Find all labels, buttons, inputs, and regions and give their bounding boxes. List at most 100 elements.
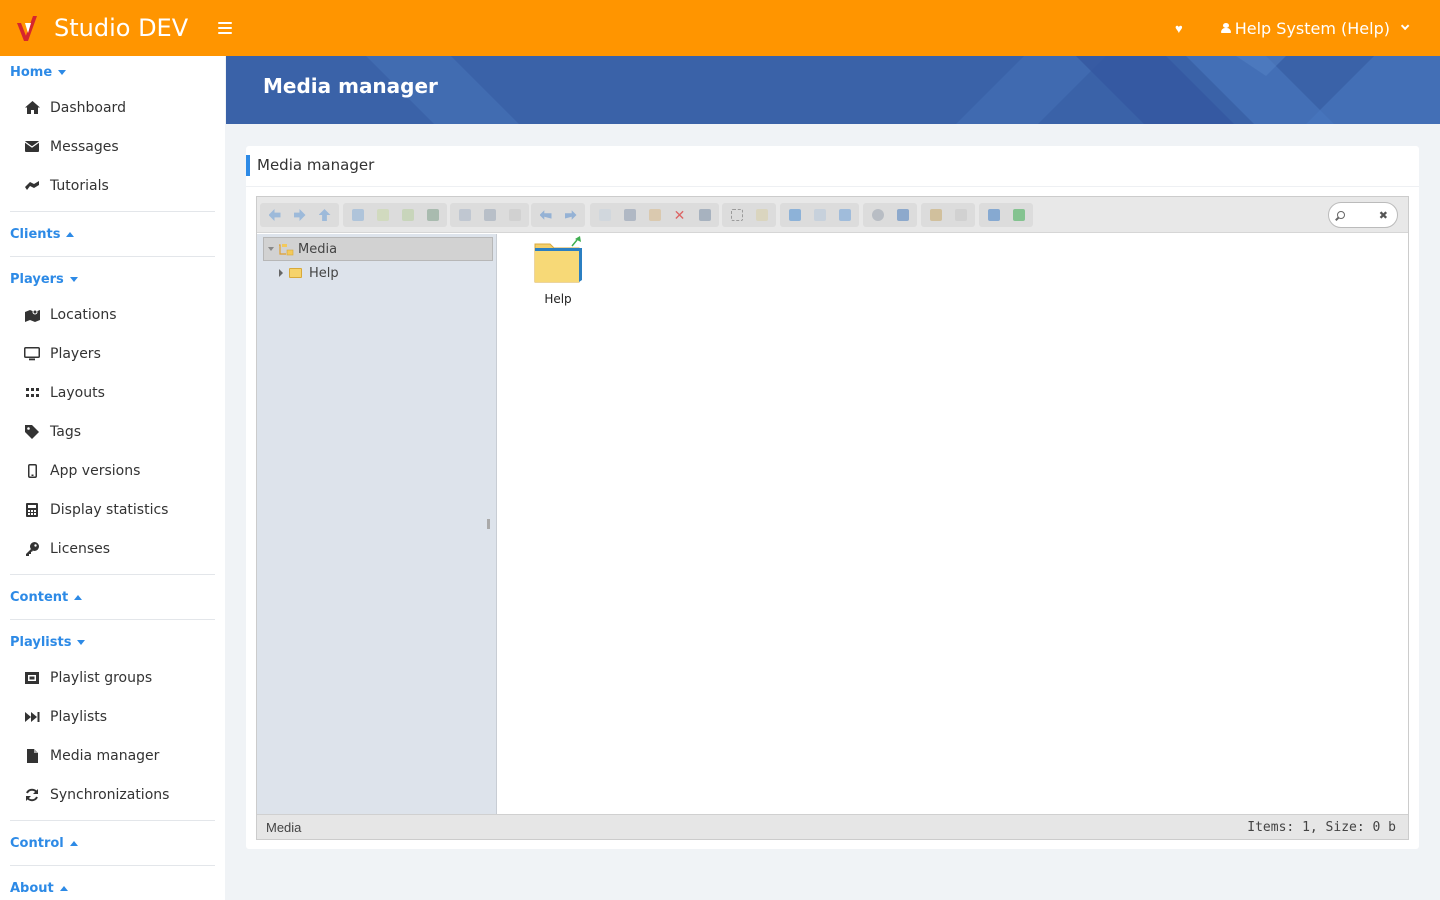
sidebar-item-label: Messages [50,138,119,155]
fullscreen-icon[interactable] [1008,205,1030,225]
sidebar-item-messages[interactable]: Messages [0,127,225,166]
sidebar-section-clients[interactable]: Clients [0,218,225,250]
preview-icon[interactable] [867,205,889,225]
collapse-arrow-icon[interactable] [268,247,274,251]
redo-icon[interactable] [560,205,582,225]
tree-item-label: Media [298,241,338,257]
new-folder-icon[interactable] [347,205,369,225]
toolbar-group-edit: ✕ [590,203,719,227]
duplicate-icon[interactable] [726,205,748,225]
caret-up-icon [74,594,83,600]
expand-arrow-icon[interactable] [279,269,283,277]
monitor-icon [24,346,40,362]
sidebar-item-locations[interactable]: Locations [0,295,225,334]
user-menu[interactable]: Help System (Help) [1220,18,1410,38]
delete-icon[interactable]: ✕ [669,205,691,225]
help-icon[interactable] [983,205,1005,225]
download-icon[interactable] [422,205,444,225]
toolbar-group-info [863,203,917,227]
status-bar: Media Items: 1, Size: 0 b [257,814,1408,839]
search-icon [1337,211,1345,219]
list-view-icon[interactable] [834,205,856,225]
sidebar-item-app-versions[interactable]: App versions [0,451,225,490]
envelope-icon [24,139,40,155]
select-icon[interactable] [504,205,526,225]
toolbar-group-help [979,203,1033,227]
page-header-banner: Media manager [226,56,1440,124]
section-label: Content [10,589,69,605]
user-icon [1220,23,1231,33]
grid-icon [24,385,40,401]
caret-up-icon [66,231,75,237]
undo-icon[interactable] [535,205,557,225]
tree-item-help[interactable]: Help [263,261,339,285]
brand-logo-icon[interactable] [15,13,41,43]
toolbar-group-open [450,203,529,227]
sidebar-section-home[interactable]: Home [0,56,225,88]
mobile-icon [24,463,40,479]
file-item[interactable]: Help [528,236,588,306]
user-name: Help System (Help) [1234,18,1390,38]
new-file-icon[interactable] [372,205,394,225]
section-label: Home [10,64,53,80]
media-toolbar: ✕ ✖ [257,197,1408,233]
sidebar-divider [10,256,215,257]
sidebar-section-playlists[interactable]: Playlists [0,626,225,658]
brand-name[interactable]: Studio DEV [54,14,188,42]
caret-down-icon [58,69,67,75]
sidebar-item-media-manager[interactable]: Media manager [0,736,225,775]
icons-view-icon[interactable] [784,205,806,225]
search-input[interactable] [1348,209,1379,221]
sidebar-item-display-statistics[interactable]: Display statistics [0,490,225,529]
sidebar-section-content[interactable]: Content [0,581,225,613]
sidebar-item-tutorials[interactable]: Tutorials [0,166,225,205]
section-label: Playlists [10,634,72,650]
caret-up-icon [69,840,78,846]
sort-icon[interactable] [925,205,947,225]
sidebar-item-playlist-groups[interactable]: Playlist groups [0,658,225,697]
toolbar-group-navigation [260,203,339,227]
copy-icon[interactable] [594,205,616,225]
tree-item-media[interactable]: Media [263,237,493,261]
folder-icon [534,236,582,283]
sidebar-item-label: Playlist groups [50,669,153,686]
up-icon[interactable] [314,205,336,225]
upload-icon[interactable] [397,205,419,225]
heart-icon[interactable]: ♥ [1175,21,1183,36]
sidebar-item-synchronizations[interactable]: Synchronizations [0,775,225,814]
sidebar-divider [10,820,215,821]
sidebar-item-dashboard[interactable]: Dashboard [0,88,225,127]
sidebar-section-control[interactable]: Control [0,827,225,859]
sidebar-section-about[interactable]: About [0,872,225,900]
key-icon [24,541,40,557]
sidebar-item-players[interactable]: Players [0,334,225,373]
paste-icon[interactable] [644,205,666,225]
clear-search-icon[interactable]: ✖ [1379,209,1388,222]
sidebar-section-players[interactable]: Players [0,263,225,295]
panel-resize-handle[interactable] [487,519,490,529]
sidebar-divider [10,574,215,575]
calculator-icon [24,502,40,518]
sidebar-item-licenses[interactable]: Licenses [0,529,225,568]
info-icon[interactable] [892,205,914,225]
forward-icon[interactable] [289,205,311,225]
rename-icon[interactable] [751,205,773,225]
empty-icon[interactable] [694,205,716,225]
back-icon[interactable] [264,205,286,225]
small-icons-view-icon[interactable] [809,205,831,225]
content-card: Media manager ✕ ✖ Media Help Help Media … [246,146,1419,849]
sidebar-item-layouts[interactable]: Layouts [0,373,225,412]
extract-icon[interactable] [950,205,972,225]
sidebar-item-playlists[interactable]: Playlists [0,697,225,736]
search-box[interactable]: ✖ [1328,202,1398,228]
refresh-icon [24,787,40,803]
sidebar-item-label: Layouts [50,384,105,401]
sidebar-item-label: Locations [50,306,117,323]
save-icon[interactable] [479,205,501,225]
open-icon[interactable] [454,205,476,225]
sidebar-item-tags[interactable]: Tags [0,412,225,451]
sidebar-item-label: Dashboard [50,99,126,116]
group-icon [24,670,40,686]
cut-icon[interactable] [619,205,641,225]
menu-toggle-icon[interactable] [218,22,233,34]
